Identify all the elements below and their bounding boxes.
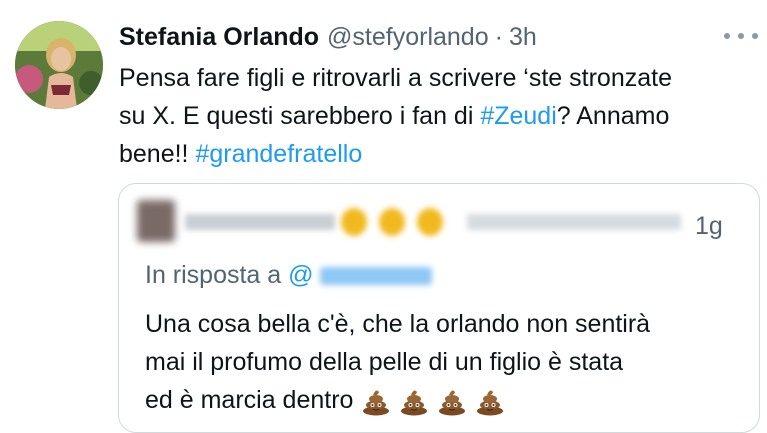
quoted-tweet-card[interactable]: 1g In risposta a @ Una cosa bella c'è, c…	[118, 183, 760, 433]
tweet-header: Stefania Orlando @stefyorlando · 3h	[119, 20, 537, 54]
poop-emoji-row	[353, 386, 505, 416]
quoted-handle-blurred	[467, 214, 681, 230]
quoted-tweet-text: Una cosa bella c'è, che la orlando non s…	[145, 305, 745, 419]
tweet-text-segment: Pensa fare figli e ritrovarli a scrivere…	[119, 64, 672, 92]
author-name[interactable]: Stefania Orlando	[119, 23, 319, 52]
author-handle[interactable]: @stefyorlando	[327, 23, 489, 52]
tweet-text-line: Pensa fare figli e ritrovarli a scrivere…	[119, 59, 759, 97]
reply-context: In risposta a @	[145, 261, 432, 290]
hashtag-grandefratello[interactable]: #grandefratello	[195, 140, 362, 168]
tweet-text-segment: su X. E questi sarebbero i fan di	[119, 102, 481, 130]
more-dot	[738, 33, 744, 39]
separator-dot: ·	[494, 22, 503, 51]
tweet-text-line: bene!! #grandefratello	[119, 135, 759, 173]
tweet-timestamp[interactable]: 3h	[509, 23, 537, 52]
quoted-name-blurred	[185, 214, 335, 230]
quoted-text-segment: ed è marcia dentro	[145, 386, 354, 414]
more-dot	[724, 33, 730, 39]
quoted-text-line: mai il profumo della pelle di un figlio …	[145, 348, 624, 376]
quoted-text-line: Una cosa bella c'è, che la orlando non s…	[145, 310, 651, 338]
author-avatar[interactable]	[15, 21, 103, 109]
reply-mention-blurred[interactable]	[319, 267, 432, 286]
quoted-avatar-blurred[interactable]	[137, 200, 175, 242]
more-dot	[752, 33, 758, 39]
blurred-emoji-icon	[417, 208, 443, 236]
blurred-emoji-icon	[379, 208, 405, 236]
poop-emoji-icon	[401, 390, 428, 416]
quoted-timestamp[interactable]: 1g	[695, 212, 723, 241]
tweet-text: Pensa fare figli e ritrovarli a scrivere…	[119, 59, 759, 173]
tweet-text-line: su X. E questi sarebbero i fan di #Zeudi…	[119, 97, 759, 135]
avatar-photo	[15, 21, 103, 109]
tweet-text-segment: bene!!	[119, 140, 196, 168]
reply-mention[interactable]: @	[288, 261, 313, 289]
poop-emoji-icon	[477, 390, 504, 416]
tweet-text-segment: ? Annamo	[556, 102, 670, 130]
reply-prefix: In risposta a	[145, 261, 289, 289]
poop-emoji-icon	[363, 390, 390, 416]
poop-emoji-icon	[439, 390, 466, 416]
quoted-text-line: ed è marcia dentro	[145, 381, 745, 419]
more-dots-icon[interactable]	[724, 30, 758, 42]
blurred-emoji-icon	[341, 208, 367, 236]
hashtag-zeudi[interactable]: #Zeudi	[480, 102, 556, 130]
